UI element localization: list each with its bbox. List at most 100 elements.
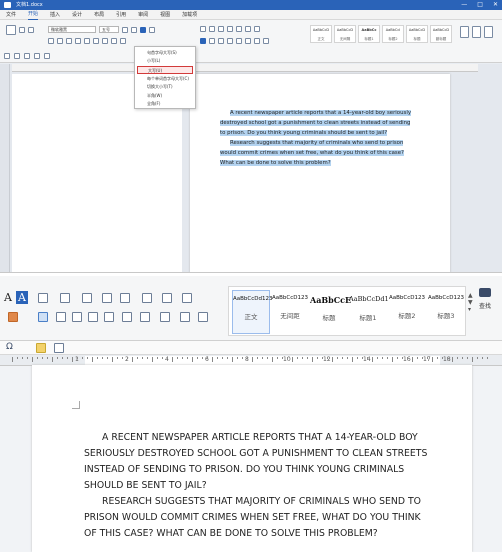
select-icon[interactable] xyxy=(484,26,493,38)
paragraph-1[interactable]: A recent newspaper article reports that … xyxy=(220,110,412,136)
folder-icon[interactable] xyxy=(36,343,46,353)
paragraph-2[interactable]: Research suggests that majority of crimi… xyxy=(220,140,404,166)
multilevel-icon[interactable] xyxy=(218,26,224,32)
copy-icon[interactable] xyxy=(28,27,34,33)
style-heading2[interactable]: AaBbCcI 标题2 xyxy=(382,25,404,43)
font-size-select[interactable]: 五号 xyxy=(99,26,119,33)
new-doc-icon[interactable] xyxy=(34,53,40,59)
text-effect-icon[interactable] xyxy=(102,38,108,44)
underline-icon[interactable] xyxy=(66,38,72,44)
undo-icon[interactable] xyxy=(14,53,20,59)
align-center-icon[interactable] xyxy=(209,38,215,44)
borders-icon[interactable] xyxy=(180,312,190,322)
numbering-icon[interactable] xyxy=(209,26,215,32)
print-icon[interactable] xyxy=(44,53,50,59)
style-heading1[interactable]: AaBbCcDd1 标题1 xyxy=(349,290,389,334)
char-border-a-icon[interactable]: A xyxy=(16,291,28,304)
highlight-icon[interactable] xyxy=(111,38,117,44)
italic-icon[interactable] xyxy=(57,38,63,44)
style-heading1[interactable]: AaBbCc 标题1 xyxy=(358,25,380,43)
line-spacing-icon[interactable] xyxy=(140,312,150,322)
save-icon[interactable] xyxy=(4,53,10,59)
align-left-icon[interactable] xyxy=(38,312,48,322)
menu-item-toggle-case[interactable]: 切换大小写(T) xyxy=(137,83,193,91)
cut-icon[interactable] xyxy=(19,27,25,33)
show-marks-icon[interactable] xyxy=(254,26,260,32)
find-icon[interactable] xyxy=(460,26,469,38)
style-title[interactable]: AaBbCcD 标题 xyxy=(406,25,428,43)
menu-layout[interactable]: 布局 xyxy=(94,10,104,20)
subscript-icon[interactable] xyxy=(84,38,90,44)
menu-item-halfwidth[interactable]: 半角(W) xyxy=(137,92,193,100)
bullets-icon[interactable] xyxy=(200,26,206,32)
font-name-select[interactable]: 微软雅黑 xyxy=(48,26,96,33)
menu-review[interactable]: 审阅 xyxy=(138,10,148,20)
font-color-icon[interactable] xyxy=(120,38,126,44)
increase-indent-icon[interactable] xyxy=(120,293,130,303)
decrease-indent-icon[interactable] xyxy=(102,293,112,303)
menu-item-sentence-case[interactable]: 句首字母大写(S) xyxy=(137,49,193,57)
style-no-spacing[interactable]: AaBbCcD123 无间距 xyxy=(271,290,309,334)
align-right-icon[interactable] xyxy=(218,38,224,44)
menu-file[interactable]: 文件 xyxy=(6,10,16,20)
change-case-icon[interactable] xyxy=(140,26,146,33)
menu-addins[interactable]: 加载项 xyxy=(182,10,197,20)
bullets-icon[interactable] xyxy=(38,293,48,303)
superscript-icon[interactable] xyxy=(93,38,99,44)
numbering-icon[interactable] xyxy=(60,293,70,303)
sort-icon[interactable] xyxy=(245,26,251,32)
multilevel-list-icon[interactable] xyxy=(82,293,92,303)
close-icon[interactable]: ✕ xyxy=(493,0,498,10)
menu-insert[interactable]: 插入 xyxy=(50,10,60,20)
justify-icon[interactable] xyxy=(227,38,233,44)
document-text-selected[interactable]: A recent newspaper article reports that … xyxy=(220,108,416,168)
sort-icon[interactable] xyxy=(162,293,172,303)
borders-icon[interactable] xyxy=(263,38,269,44)
increase-indent-icon[interactable] xyxy=(236,26,242,32)
style-normal[interactable]: AaBbCcDd123 正文 xyxy=(232,290,273,334)
shrink-font-icon[interactable] xyxy=(131,26,137,33)
chinese-layout-icon[interactable] xyxy=(142,293,152,303)
menu-references[interactable]: 引用 xyxy=(116,10,126,20)
paste-icon[interactable] xyxy=(6,25,16,35)
minimize-icon[interactable]: — xyxy=(461,0,467,10)
find-button[interactable]: 查找 xyxy=(472,288,498,326)
image-icon[interactable] xyxy=(54,343,64,353)
column-icon[interactable] xyxy=(122,312,132,322)
style-heading3[interactable]: AaBbCcD123 标题3 xyxy=(427,290,465,334)
style-heading2[interactable]: AaBbCcD123 标题2 xyxy=(388,290,426,334)
shading-icon[interactable] xyxy=(254,38,260,44)
clear-format-icon[interactable] xyxy=(149,26,155,33)
line-spacing-icon[interactable] xyxy=(245,38,251,44)
replace-icon[interactable] xyxy=(472,26,481,38)
style-title[interactable]: AaBbCcE 标题 xyxy=(310,290,351,334)
format-painter-icon[interactable] xyxy=(8,312,18,322)
style-subtitle[interactable]: AaBbCcD 副标题 xyxy=(430,25,452,43)
redo-icon[interactable] xyxy=(24,53,30,59)
paragraph-2[interactable]: RESEARCH SUGGESTS THAT MAJORITY OF CRIMI… xyxy=(84,494,434,542)
paragraph-mark-icon[interactable] xyxy=(198,312,208,322)
align-center-icon[interactable] xyxy=(56,312,66,322)
menu-item-fullwidth[interactable]: 全角(F) xyxy=(137,100,193,108)
paragraph-1[interactable]: A RECENT NEWSPAPER ARTICLE REPORTS THAT … xyxy=(84,430,434,494)
bold-icon[interactable] xyxy=(48,38,54,44)
strikethrough-icon[interactable] xyxy=(75,38,81,44)
align-right-icon[interactable] xyxy=(72,312,82,322)
menu-item-lowercase[interactable]: 小写(L) xyxy=(137,57,193,65)
distribute-icon[interactable] xyxy=(236,38,242,44)
style-no-spacing[interactable]: AaBbCcD 无间隔 xyxy=(334,25,356,43)
omega-symbol-icon[interactable]: Ω xyxy=(6,342,13,352)
maximize-icon[interactable]: □ xyxy=(477,0,483,10)
justify-icon[interactable] xyxy=(88,312,98,322)
text-effect-a-icon[interactable]: A xyxy=(4,291,12,304)
style-normal[interactable]: AaBbCcD 正文 xyxy=(310,25,332,43)
decrease-indent-icon[interactable] xyxy=(227,26,233,32)
menu-view[interactable]: 视图 xyxy=(160,10,170,20)
align-left-icon[interactable] xyxy=(200,38,206,44)
menu-design[interactable]: 设计 xyxy=(72,10,82,20)
document-text-uppercase[interactable]: A RECENT NEWSPAPER ARTICLE REPORTS THAT … xyxy=(84,430,434,542)
grow-font-icon[interactable] xyxy=(122,26,128,33)
menu-item-uppercase[interactable]: 大写(U) xyxy=(137,66,193,74)
shading-icon[interactable] xyxy=(160,312,170,322)
menu-home[interactable]: 开始 xyxy=(28,9,39,20)
